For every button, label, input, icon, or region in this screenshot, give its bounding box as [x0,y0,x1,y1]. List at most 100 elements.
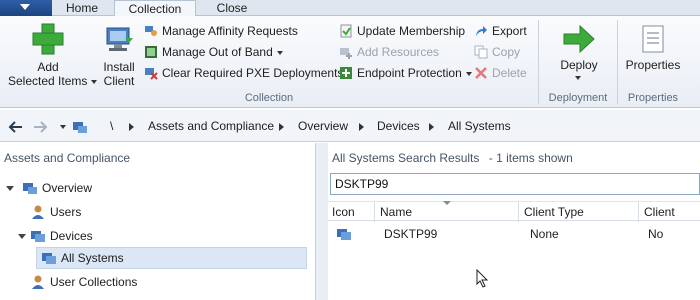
add-selected-items-button[interactable]: Add Selected Items [8,20,98,90]
column-header-name[interactable]: Name [380,205,412,219]
console-icon [73,122,87,133]
copy-icon [474,45,488,59]
tab-close[interactable]: Close [202,0,262,16]
affinity-icon [145,26,157,36]
deploy-button[interactable]: Deploy [548,20,610,90]
device-icon [337,229,351,240]
breadcrumb-separator-icon [429,123,434,131]
add-selected-items-label-2: Selected Items [8,74,88,88]
properties-label: Properties [625,58,681,72]
properties-button[interactable]: Properties [622,20,684,90]
endpoint-protection-label: Endpoint Protection [357,66,462,80]
delete-button[interactable]: Delete [474,64,534,82]
clear-required-pxe-button[interactable]: Clear Required PXE Deployments [144,64,343,82]
out-of-band-icon [145,46,157,58]
tree-item-all-systems-label: All Systems [61,251,124,265]
export-label: Export [492,24,527,38]
address-bar: \ Assets and Compliance Overview Devices… [0,110,700,142]
breadcrumb-separator-icon [359,123,364,131]
ribbon-separator [538,20,539,104]
user-collection-icon [32,275,44,289]
pane-splitter[interactable] [316,143,328,300]
export-arrow-icon [476,26,487,36]
tree-item-all-systems[interactable]: All Systems [36,247,307,269]
navigation-pane-header: Assets and Compliance [4,151,131,165]
delete-label: Delete [492,66,527,80]
manage-out-of-band-button[interactable]: Manage Out of Band [144,43,334,61]
ribbon-tab-strip: Home Collection Close [0,0,700,17]
tree-item-devices[interactable]: Devices [18,225,218,247]
tree-item-overview[interactable]: Overview [6,177,206,199]
tab-home[interactable]: Home [56,0,108,16]
endpoint-protection-icon [340,67,352,79]
tab-collection[interactable]: Collection [114,0,196,17]
tree-item-user-collections[interactable]: User Collections [26,271,226,293]
manage-out-of-band-label: Manage Out of Band [162,45,273,59]
breadcrumb-all-systems[interactable]: All Systems [448,119,511,133]
tree-item-overview-label: Overview [42,181,93,195]
results-pane: All Systems Search Results - 1 items sho… [328,143,700,300]
delete-x-icon [475,67,487,79]
column-header-client[interactable]: Client [644,205,675,219]
results-title: All Systems Search Results [332,151,480,165]
history-dropdown-icon[interactable] [60,125,66,129]
cell-client-type: None [530,227,559,241]
breadcrumb-devices[interactable]: Devices [377,119,420,133]
results-count: - 1 items shown [488,151,573,165]
breadcrumb-root[interactable]: \ [110,119,113,133]
expand-arrow-icon[interactable] [6,186,14,191]
manage-affinity-requests-label: Manage Affinity Requests [162,24,298,38]
copy-label: Copy [492,45,521,59]
search-input[interactable] [330,173,700,195]
tree-item-users[interactable]: Users [26,201,226,223]
export-button[interactable]: Export [474,22,534,40]
grid-header: Icon Name Client Type Client [328,201,700,222]
dropdown-arrow-icon [276,50,283,55]
tree-item-users-label: Users [50,205,82,219]
breadcrumb-overview[interactable]: Overview [298,119,348,133]
install-client-button[interactable]: Install Client [98,20,140,90]
clear-pxe-icon [145,68,158,80]
table-row[interactable]: DSKTP99 None No [328,223,700,245]
column-header-icon[interactable]: Icon [332,205,355,219]
tree-item-devices-label: Devices [50,229,93,243]
expand-arrow-icon[interactable] [18,234,26,239]
copy-button[interactable]: Copy [474,43,534,61]
column-divider[interactable] [374,202,375,222]
cell-client: No [648,227,664,241]
ribbon: Add Selected Items Install Client Manage… [0,16,700,108]
group-label-deployment: Deployment [548,92,608,104]
add-resources-button[interactable]: Add Resources [339,43,471,61]
add-selected-items-label-1: Add [37,60,59,74]
update-membership-label: Update Membership [357,24,466,38]
deploy-arrow-icon [563,24,595,54]
dropdown-arrow-icon [91,79,98,84]
properties-sheet-icon [642,25,664,53]
forward-arrow-icon [34,121,48,133]
column-header-client-type[interactable]: Client Type [524,205,584,219]
sort-descending-icon [443,201,451,205]
forward-button[interactable] [30,118,50,136]
install-client-label-1: Install [103,60,135,74]
overview-icon [23,183,37,194]
back-button[interactable] [6,118,26,136]
manage-out-of-band-label-wrap: Manage Out of Band [162,43,283,61]
install-client-label-2: Client [103,74,135,88]
application-menu-button[interactable] [0,0,52,16]
breadcrumb-separator-icon [129,123,134,131]
dropdown-arrow-icon [465,71,472,76]
group-label-properties: Properties [627,92,679,104]
update-membership-button[interactable]: Update Membership [339,22,471,40]
group-label-collection: Collection [244,92,294,104]
tree-item-user-collections-label: User Collections [50,275,138,289]
column-divider[interactable] [638,202,639,222]
add-selected-items-label-2-wrap: Selected Items [8,74,98,88]
navigation-pane: Assets and Compliance Overview Users Dev… [0,143,316,300]
endpoint-protection-button[interactable]: Endpoint Protection [339,64,472,82]
breadcrumb-assets-and-compliance[interactable]: Assets and Compliance [148,119,274,133]
breadcrumb-separator-icon [279,123,284,131]
manage-affinity-requests-button[interactable]: Manage Affinity Requests [144,22,334,40]
column-divider[interactable] [518,202,519,222]
computer-install-icon [106,27,133,51]
collection-icon [42,253,56,264]
